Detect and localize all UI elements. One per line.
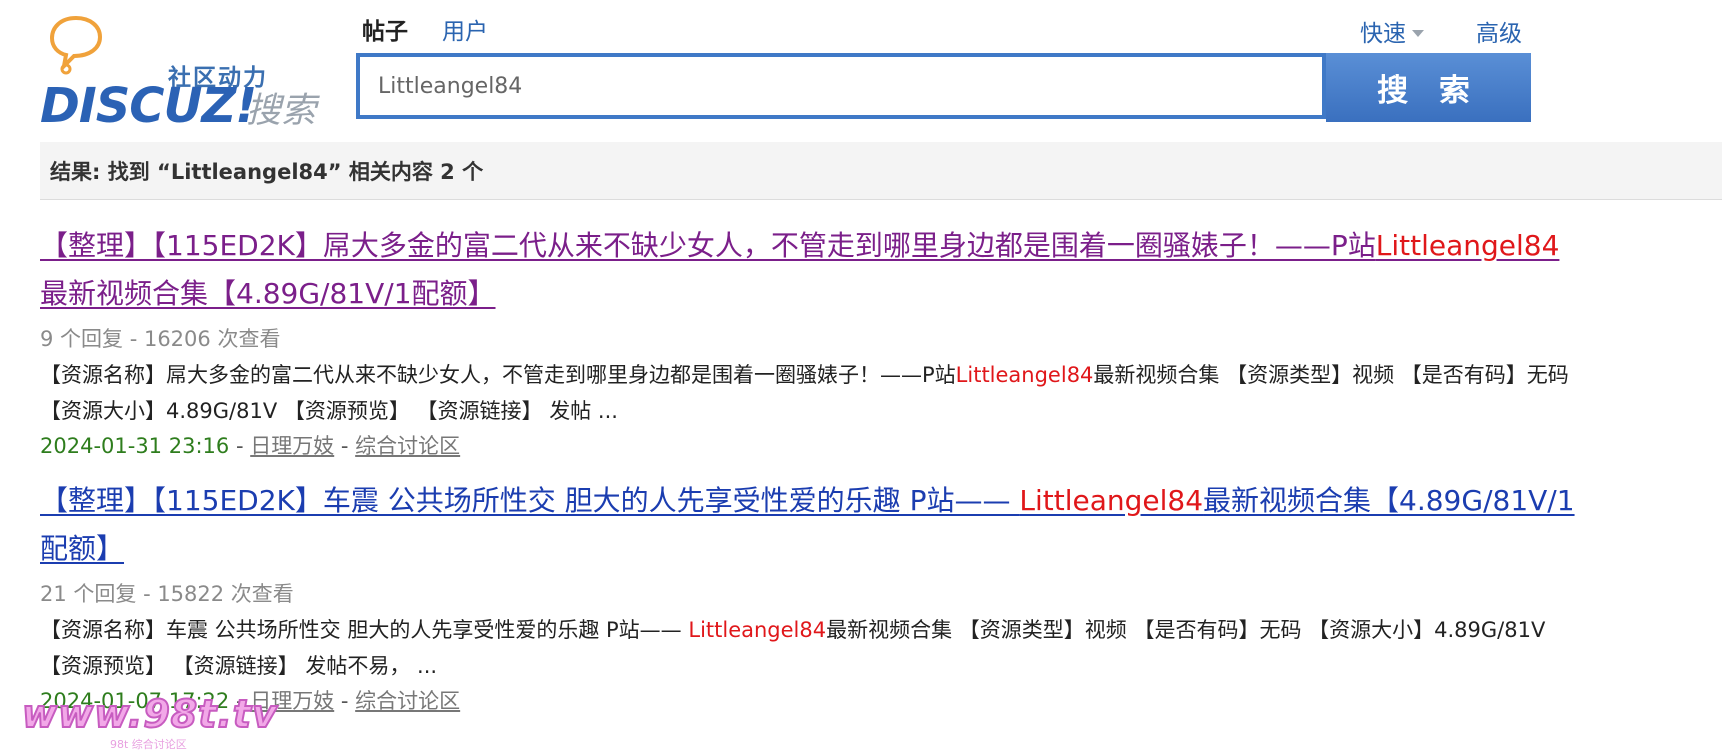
search-result-item: 【整理】【115ED2K】屌大多金的富二代从来不缺少女人，不管走到哪里身边都是围… [40, 222, 1580, 461]
result-summary-text: 【资源名称】屌大多金的富二代从来不缺少女人，不管走到哪里身边都是围着一圈骚婊子！… [40, 363, 956, 387]
meta-separator: - [340, 434, 356, 458]
search-input[interactable] [360, 57, 1322, 115]
result-author-link[interactable]: 日理万妓 [250, 434, 334, 458]
quick-mode-dropdown[interactable]: 快速 [1360, 14, 1424, 48]
result-summary-bar: 结果: 找到 “Littleangel84” 相关内容 2 个 [40, 142, 1722, 200]
result-title-link[interactable]: 【整理】【115ED2K】屌大多金的富二代从来不缺少女人，不管走到哪里身边都是围… [40, 222, 1580, 318]
result-summary-highlight: Littleangel84 [955, 363, 1094, 387]
result-title-link[interactable]: 【整理】【115ED2K】车震 公共场所性交 胆大的人先享受性爱的乐趣 P站——… [40, 477, 1580, 573]
tab-users[interactable]: 用户 [442, 12, 488, 46]
result-title-text: 【整理】【115ED2K】车震 公共场所性交 胆大的人先享受性爱的乐趣 P站—— [40, 484, 1020, 517]
advanced-search-link[interactable]: 高级 [1476, 14, 1522, 48]
logo-search-text: 搜索 [246, 91, 317, 131]
result-stats: 21 个回复 - 15822 次查看 [40, 582, 294, 606]
result-forum-link[interactable]: 综合讨论区 [355, 689, 460, 713]
meta-separator: - [235, 434, 251, 458]
result-summary: 【资源名称】车震 公共场所性交 胆大的人先享受性爱的乐趣 P站—— Little… [40, 612, 1580, 684]
result-title-highlight: Littleangel84 [1375, 229, 1560, 262]
result-summary-highlight: Littleangel84 [688, 618, 827, 642]
result-date: 2024-01-31 23:16 [40, 434, 230, 458]
result-title-text-tail: 最新视频合集【4.89G/81V/1配额】 [40, 277, 496, 310]
meta-separator: - [340, 689, 356, 713]
result-title-text: 【整理】【115ED2K】屌大多金的富二代从来不缺少女人，不管走到哪里身边都是围… [40, 229, 1376, 262]
search-button[interactable]: 搜 索 [1326, 53, 1531, 122]
result-summary: 【资源名称】屌大多金的富二代从来不缺少女人，不管走到哪里身边都是围着一圈骚婊子！… [40, 357, 1580, 429]
result-stats: 9 个回复 - 16206 次查看 [40, 327, 281, 351]
result-forum-link[interactable]: 综合讨论区 [355, 434, 460, 458]
chevron-down-icon [1412, 29, 1424, 37]
speech-bubble-icon [49, 15, 103, 75]
result-meta: 2024-01-31 23:16 - 日理万妓 - 综合讨论区 [40, 431, 1580, 461]
search-box [356, 53, 1326, 119]
result-count-text: 结果: 找到 “Littleangel84” 相关内容 2 个 [50, 159, 484, 184]
search-result-item: 【整理】【115ED2K】车震 公共场所性交 胆大的人先享受性爱的乐趣 P站——… [40, 477, 1580, 716]
quick-mode-label: 快速 [1360, 21, 1406, 47]
result-summary-text: 【资源名称】车震 公共场所性交 胆大的人先享受性爱的乐趣 P站—— [40, 618, 689, 642]
logo-brand-text: DISCUZ! [40, 78, 257, 134]
site-logo[interactable]: 社区动力 DISCUZ! 搜索 [40, 12, 320, 134]
result-title-highlight: Littleangel84 [1019, 484, 1204, 517]
search-type-tabs: 帖子 用户 [362, 12, 488, 46]
site-watermark-sub: 98t 综合讨论区 [110, 738, 187, 751]
tab-posts[interactable]: 帖子 [362, 12, 408, 46]
site-watermark: www.98t.tv [21, 691, 278, 737]
